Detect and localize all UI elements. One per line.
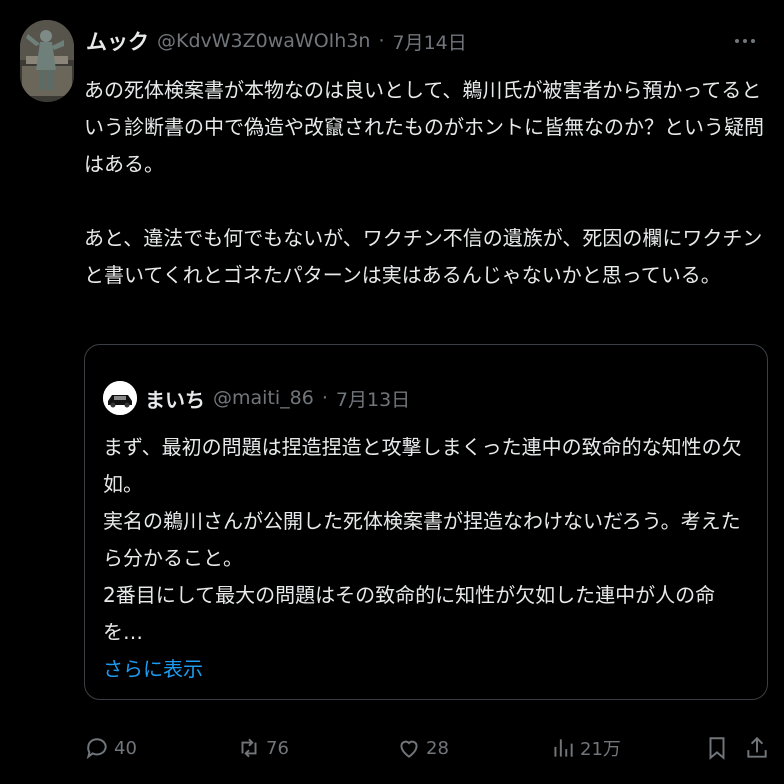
- quote-text-line: ら分かること。: [103, 546, 243, 570]
- author-name[interactable]: ムック: [86, 26, 149, 56]
- like-button[interactable]: 28: [396, 728, 449, 768]
- share-button[interactable]: [744, 728, 774, 768]
- share-icon: [747, 736, 767, 758]
- quote-text-line: 実名の鵜川さんが公開した死体検案書が捏造なわけないだろう。考えた: [103, 509, 741, 533]
- quote-header: まいち @maiti_86 · 7月13日: [145, 383, 410, 413]
- quote-author-name: まいち: [145, 387, 205, 412]
- quote-author-avatar[interactable]: [103, 381, 137, 415]
- post-text-line: はある。: [84, 152, 164, 176]
- header-separator: ·: [378, 30, 385, 52]
- quote-text-line: まず、最初の問題は捏造捏造と攻撃しまくった連中の致命的な知性の欠: [103, 435, 742, 459]
- post-date[interactable]: 7月14日: [393, 28, 467, 55]
- bookmark-button[interactable]: [704, 728, 734, 768]
- action-bar: 40 76 28 21万: [84, 728, 774, 768]
- repost-count: 76: [266, 737, 289, 759]
- post-text-line: あと、違法でも何でもないが、ワクチン不信の遺族が、死因の欄にワクチン: [84, 226, 763, 250]
- post-text-line: と書いてくれとゴネたパターンは実はあるんじゃないかと思っている。: [84, 263, 721, 287]
- post-text-line: いう診断書の中で偽造や改竄されたものがホントに皆無なのか？という疑問: [84, 115, 764, 139]
- quote-text-line: 如。: [103, 472, 143, 496]
- views-button[interactable]: 21万: [550, 728, 621, 768]
- author-handle[interactable]: @KdvW3Z0waWOIh3n: [157, 30, 370, 52]
- post-text: あの死体検案書が本物なのは良いとして、鵜川氏が被害者から預かってると いう診断書…: [84, 72, 764, 294]
- quoted-post[interactable]: まいち @maiti_86 · 7月13日 まず、最初の問題は捏造捏造と攻撃しま…: [84, 344, 768, 700]
- quote-text: まず、最初の問題は捏造捏造と攻撃しまくった連中の致命的な知性の欠 如。 実名の鵜…: [103, 429, 753, 688]
- repost-button[interactable]: 76: [236, 728, 289, 768]
- like-count: 28: [426, 737, 449, 759]
- post-header: ムック @KdvW3Z0waWOIh3n · 7月14日: [86, 26, 776, 56]
- quote-text-line: 2番目にして最大の問題はその致命的に知性が欠如した連中が人の命を…: [103, 583, 716, 644]
- quote-separator: ·: [321, 387, 328, 409]
- repost-icon: [241, 738, 257, 758]
- author-avatar[interactable]: [20, 20, 74, 102]
- show-more-link[interactable]: さらに表示: [103, 651, 753, 688]
- heart-icon: [400, 740, 418, 758]
- quote-author-handle: @maiti_86: [213, 387, 314, 409]
- more-dots-icon[interactable]: [732, 28, 758, 54]
- views-count: 21万: [580, 739, 621, 760]
- reply-button[interactable]: 40: [84, 728, 137, 768]
- bookmark-icon: [709, 737, 725, 760]
- post-text-line: あの死体検案書が本物なのは良いとして、鵜川氏が被害者から預かってると: [84, 78, 762, 102]
- reply-count: 40: [114, 737, 137, 759]
- reply-icon: [86, 738, 107, 760]
- views-chart-icon: [554, 739, 573, 757]
- quote-date: 7月13日: [335, 388, 411, 411]
